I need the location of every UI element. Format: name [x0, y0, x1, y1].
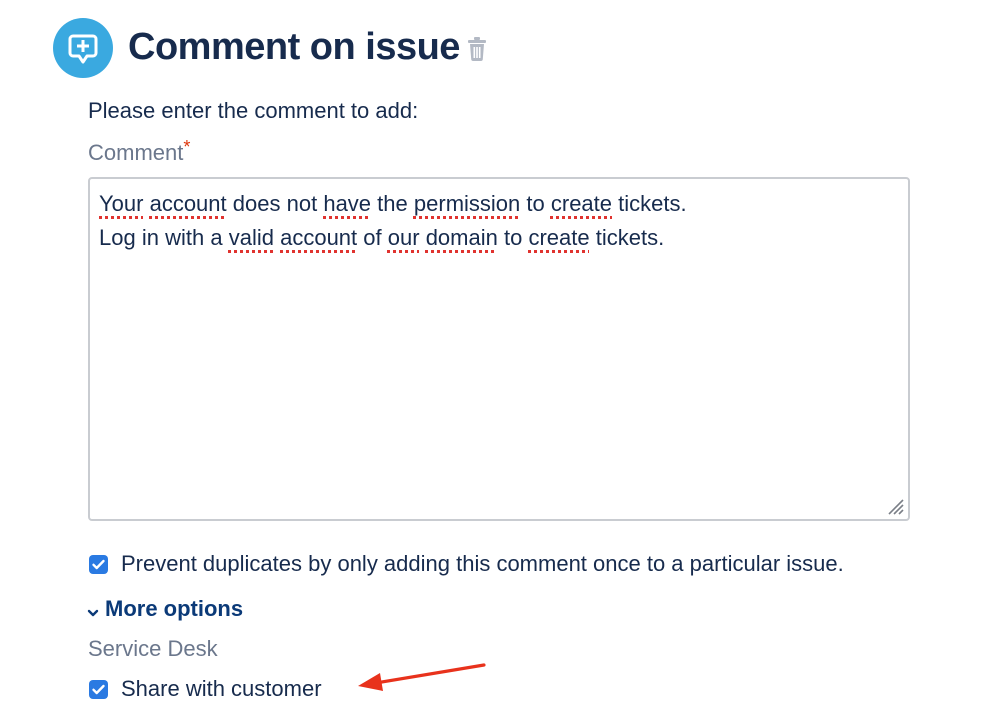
spellcheck-word: create	[528, 225, 590, 250]
comment-line: Your account does not have the permissio…	[99, 191, 687, 216]
comment-add-icon	[53, 18, 113, 78]
spellcheck-word: our	[387, 225, 420, 250]
spellcheck-word: have	[323, 191, 372, 216]
comment-label-text: Comment	[88, 140, 184, 165]
comment-line: Log in with a valid account of our domai…	[99, 225, 665, 250]
red-arrow-icon	[350, 656, 490, 696]
spellcheck-word: Your	[99, 191, 144, 216]
page-title: Comment on issue	[128, 26, 460, 68]
comment-field-label: Comment*	[88, 137, 191, 166]
resize-handle-icon[interactable]	[883, 494, 905, 516]
spellcheck-word: valid	[228, 225, 274, 250]
prevent-duplicates-label[interactable]: Prevent duplicates by only adding this c…	[121, 551, 844, 577]
spellcheck-word: create	[550, 191, 613, 216]
spellcheck-word: account	[280, 225, 358, 250]
service-desk-section-label: Service Desk	[88, 636, 218, 661]
share-with-customer-label[interactable]: Share with customer	[121, 676, 322, 702]
required-marker: *	[183, 137, 191, 157]
spellcheck-word: permission	[413, 191, 521, 216]
share-with-customer-checkbox[interactable]	[89, 680, 108, 699]
comment-textarea[interactable]: Your account does not have the permissio…	[88, 177, 910, 521]
more-options-toggle[interactable]: More options	[86, 596, 243, 622]
trash-icon[interactable]	[466, 36, 488, 62]
spellcheck-word: account	[149, 191, 227, 216]
comment-instruction: Please enter the comment to add:	[88, 98, 419, 123]
comment-text: Your account does not have the permissio…	[99, 187, 687, 255]
comment-on-issue-panel: Comment on issue Please enter the commen…	[0, 0, 999, 724]
prevent-duplicates-checkbox[interactable]	[89, 555, 108, 574]
chevron-down-icon	[86, 600, 100, 617]
more-options-label: More options	[105, 596, 244, 621]
spellcheck-word: domain	[425, 225, 498, 250]
